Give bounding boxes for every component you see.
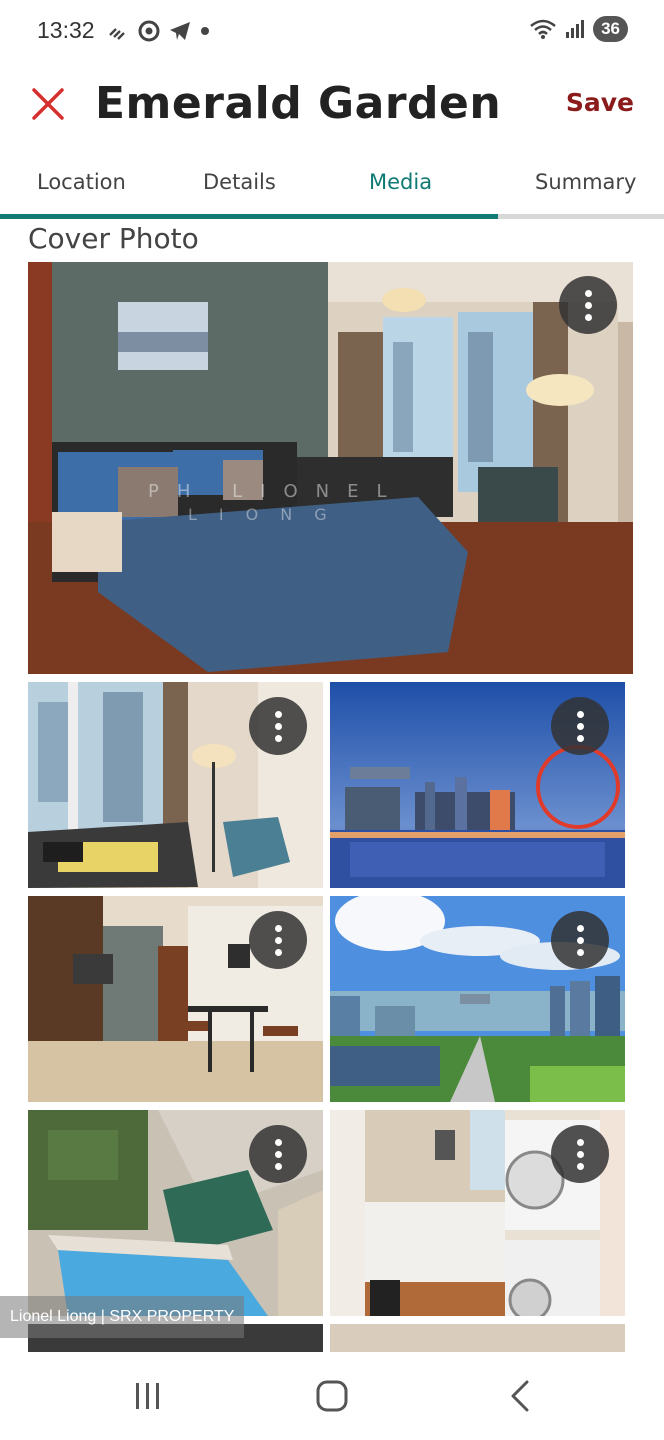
gallery-photo-pool[interactable] <box>28 1110 323 1316</box>
app-bar: Emerald Garden Save <box>0 62 664 152</box>
status-time: 13:32 <box>37 17 95 43</box>
gallery-photo-partial[interactable] <box>330 1324 625 1352</box>
gallery-photo-marina-bay[interactable] <box>330 682 625 888</box>
tab-summary[interactable]: Summary <box>535 170 636 194</box>
system-nav-bar <box>0 1352 664 1440</box>
page-title: Emerald Garden <box>95 78 502 129</box>
save-button[interactable]: Save <box>566 88 634 117</box>
dot-icon <box>201 27 209 35</box>
close-icon <box>32 88 64 120</box>
status-bar: 13:32 36 <box>0 0 664 62</box>
more-options-button[interactable] <box>249 697 307 755</box>
signal-icon <box>566 20 585 38</box>
more-options-button[interactable] <box>551 697 609 755</box>
gallery-photo-dining[interactable] <box>28 896 323 1102</box>
section-title: Cover Photo <box>28 222 199 255</box>
home-icon <box>316 1380 348 1412</box>
battery-icon: 36 <box>593 16 628 42</box>
tab-indicator <box>0 214 498 219</box>
gallery-photo-laundry[interactable] <box>330 1110 625 1316</box>
back-icon <box>511 1380 529 1412</box>
home-button[interactable] <box>302 1376 362 1416</box>
tab-media[interactable]: Media <box>369 170 432 194</box>
gallery-photo-study[interactable] <box>28 682 323 888</box>
telegram-icon <box>170 22 190 40</box>
more-options-button[interactable] <box>559 276 617 334</box>
missed-call-icon <box>109 28 125 40</box>
tab-location[interactable]: Location <box>37 170 126 194</box>
gallery-photo-skyline[interactable] <box>330 896 625 1102</box>
bedroom-image: PH LIONEL LIONG <box>28 262 633 674</box>
source-watermark: Lionel Liong | SRX PROPERTY <box>0 1296 245 1338</box>
tab-bar: Location Details Media Summary <box>0 152 664 220</box>
chrome-icon <box>138 20 160 42</box>
back-button[interactable] <box>490 1376 550 1416</box>
wifi-icon <box>530 19 556 39</box>
svg-text:LIONG: LIONG <box>188 505 349 524</box>
recent-apps-button[interactable] <box>118 1376 178 1416</box>
recent-apps-icon <box>136 1383 159 1409</box>
cover-photo[interactable]: PH LIONEL LIONG <box>28 262 633 674</box>
more-options-button[interactable] <box>551 1125 609 1183</box>
more-options-button[interactable] <box>249 1125 307 1183</box>
more-options-button[interactable] <box>249 911 307 969</box>
tab-details[interactable]: Details <box>203 170 276 194</box>
system-icons: 36 <box>529 16 628 42</box>
svg-text:PH LIONEL: PH LIONEL <box>148 481 404 502</box>
more-options-button[interactable] <box>551 911 609 969</box>
notification-icons <box>108 20 210 42</box>
close-button[interactable] <box>26 82 70 126</box>
